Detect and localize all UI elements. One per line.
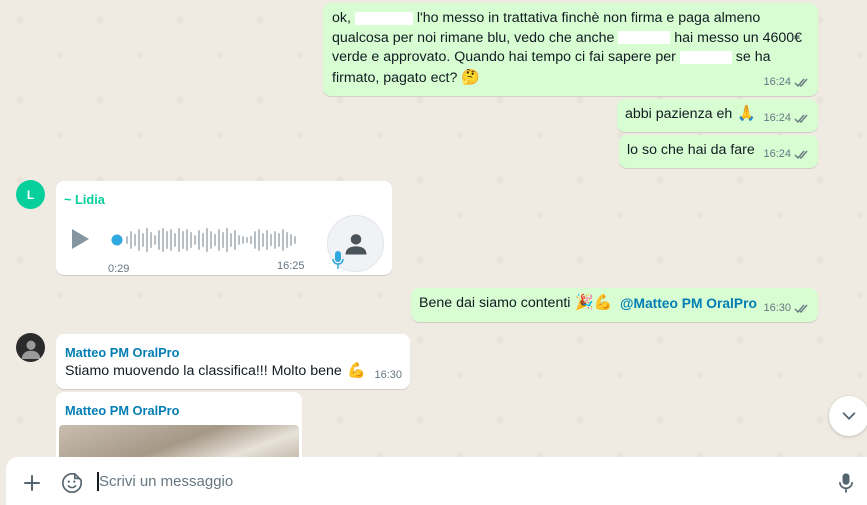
sender-avatar-matteo[interactable] [16, 333, 45, 362]
redacted-text [618, 31, 671, 45]
avatar-letter: L [26, 187, 35, 202]
message-outgoing[interactable]: ok, l'ho messo in trattativa finchè non … [323, 3, 818, 96]
message-text: Stiamo muovendo la classifica!!! Molto b… [65, 363, 342, 379]
play-icon[interactable] [69, 228, 91, 250]
message-text: hai messo un 4600€ [674, 29, 803, 46]
mic-icon [839, 473, 853, 493]
message-text: verde e approvato. Quando hai tempo ci f… [332, 49, 676, 65]
sticker-icon [62, 473, 82, 493]
flexed-biceps-emoji: 💪 [347, 362, 366, 379]
sticker-button[interactable] [58, 469, 86, 497]
message-text: qualcosa per noi rimane blu, vedo che an… [332, 29, 615, 46]
message-text: ok, [332, 10, 351, 26]
voice-message[interactable]: ~ Lidia 0:29 16:25 [56, 181, 392, 275]
message-outgoing[interactable]: Bene dai siamo contenti 🎉💪 @Matteo PM Or… [411, 288, 818, 322]
voice-duration: 0:29 [108, 263, 130, 275]
message-meta: 16:24 [763, 145, 810, 165]
redacted-text [354, 11, 413, 25]
message-text: lo so che hai da fare [627, 142, 755, 158]
sender-name: ~ Lidia [64, 192, 105, 207]
attach-button[interactable] [18, 470, 46, 496]
message-meta: 16:30 [763, 299, 810, 319]
plus-icon [24, 475, 40, 491]
message-text: abbi pazienza eh [625, 106, 733, 122]
sender-name: Matteo PM OralPro [65, 403, 180, 418]
double-check-icon [794, 150, 808, 159]
person-icon [345, 233, 366, 254]
scroll-down-button[interactable] [829, 396, 867, 436]
chevron-down-icon [842, 412, 856, 420]
sender-name: Matteo PM OralPro [65, 345, 180, 360]
mic-icon [332, 251, 344, 269]
double-check-icon [794, 304, 808, 313]
party-flexed-biceps-emoji: 🎉💪 [575, 294, 613, 311]
double-check-icon [794, 78, 808, 87]
message-text: firmato, pagato ect? [332, 69, 458, 86]
praying-hands-emoji: 🙏 [737, 105, 756, 122]
message-time: 16:24 [763, 111, 791, 124]
message-outgoing[interactable]: lo so che hai da fare 16:24 [619, 135, 818, 168]
double-check-icon [794, 114, 808, 123]
redacted-text [679, 50, 732, 64]
mention[interactable]: @Matteo PM OralPro [620, 294, 757, 314]
message-incoming[interactable]: Matteo PM OralPro Stiamo muovendo la cla… [56, 334, 410, 389]
message-text: Bene dai siamo contenti [419, 295, 571, 311]
message-time: 16:24 [763, 75, 791, 88]
message-meta: 16:24 [763, 73, 810, 93]
message-meta: 16:24 [763, 109, 810, 129]
message-input[interactable]: Scrivi un messaggio [99, 473, 739, 490]
thinking-emoji: 🤔 [461, 68, 481, 86]
waveform[interactable] [111, 225, 301, 255]
message-text: l'ho messo in trattativa finchè non firm… [416, 10, 761, 26]
sender-avatar-lidia[interactable]: L [16, 180, 45, 209]
message-outgoing[interactable]: abbi pazienza eh 🙏 16:24 [617, 99, 818, 132]
voice-record-button[interactable] [832, 469, 860, 497]
message-text: se ha [735, 49, 771, 65]
message-time: 16:30 [374, 368, 402, 381]
message-time: 16:25 [277, 260, 305, 272]
person-icon [21, 340, 40, 359]
message-time: 16:24 [763, 147, 791, 160]
message-time: 16:30 [763, 301, 791, 314]
